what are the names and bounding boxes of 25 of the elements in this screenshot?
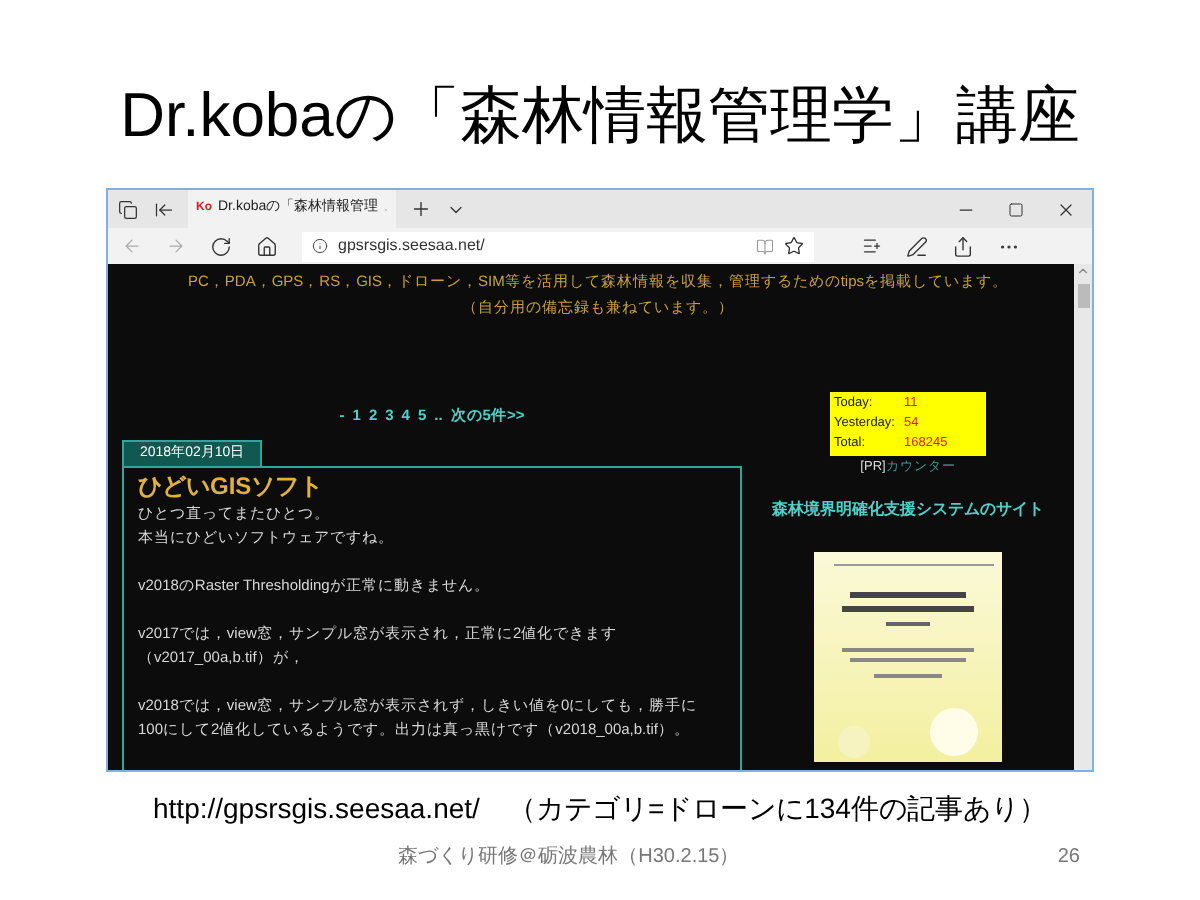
slide-number: 26 [1057, 844, 1080, 872]
home-icon[interactable] [256, 235, 278, 257]
set-aside-tabs-icon[interactable] [154, 199, 174, 219]
new-tab-icon[interactable] [410, 198, 432, 220]
share-icon[interactable] [952, 235, 974, 257]
refresh-icon[interactable] [210, 235, 232, 257]
maximize-icon[interactable] [1008, 201, 1024, 217]
post-title: ひどいGISソフト [138, 470, 324, 503]
scrollbar[interactable] [1074, 264, 1092, 770]
tab-manager-icon[interactable] [118, 199, 138, 219]
address-bar[interactable]: gpsrsgis.seesaa.net/ [302, 231, 814, 261]
caption-note: （カテゴリ=ドローンに134件の記事あり） [507, 790, 1047, 826]
scroll-thumb[interactable] [1077, 284, 1089, 308]
sidebar-heading[interactable]: 森林境界明確化支援システムのサイト [772, 498, 1044, 522]
reading-view-icon[interactable] [756, 237, 774, 255]
pen-icon[interactable] [906, 235, 928, 257]
favorites-icon[interactable] [862, 236, 882, 256]
caption-url: http://gpsrsgis.seesaa.net/ [153, 790, 480, 826]
slide-footer: 森づくり研修＠砺波農林（H30.2.15） [0, 842, 1058, 872]
scroll-up-icon[interactable] [1076, 264, 1090, 278]
favorite-star-icon[interactable] [784, 236, 804, 256]
slide-title: Dr.kobaの「森林情報管理学」講座 [120, 80, 1080, 152]
close-window-icon[interactable] [1056, 199, 1076, 219]
address-text: gpsrsgis.seesaa.net/ [338, 234, 487, 258]
info-icon[interactable] [312, 238, 328, 254]
